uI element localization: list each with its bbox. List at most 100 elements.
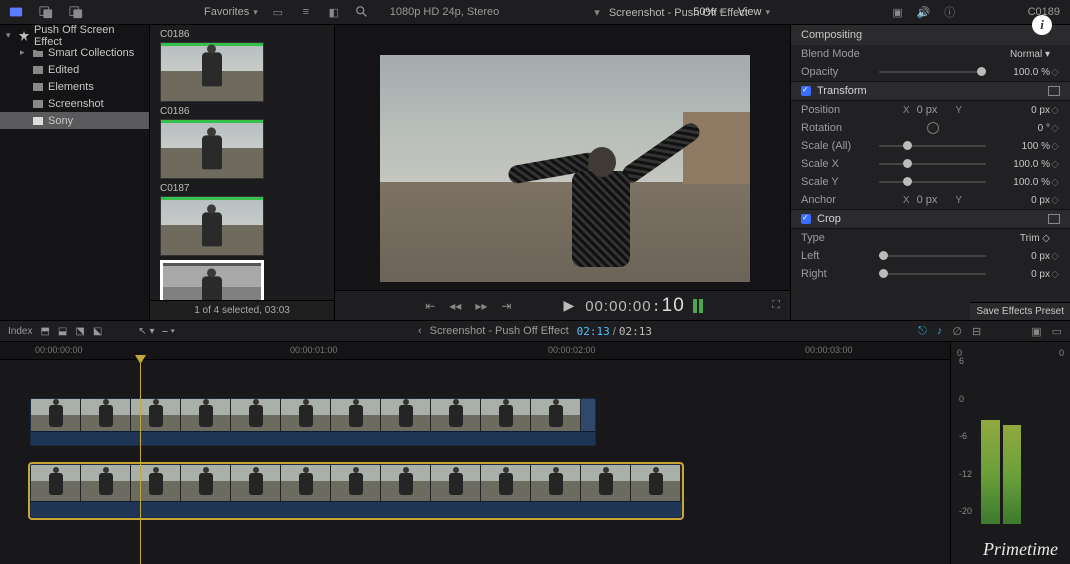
sidebar-label: Edited bbox=[48, 64, 79, 76]
disclosure-icon[interactable]: ▾ bbox=[6, 30, 14, 41]
connect-clip-icon[interactable]: ⬒ bbox=[40, 326, 49, 337]
row-scale-y[interactable]: Scale Y100.0 %◇ bbox=[791, 173, 1070, 191]
insert-clip-icon[interactable]: ⬓ bbox=[58, 326, 67, 337]
favorites-label: Favorites bbox=[204, 6, 249, 18]
filmstrip-view-icon[interactable]: ▭ bbox=[270, 4, 286, 20]
view-label: View bbox=[738, 6, 762, 18]
photos-icon[interactable] bbox=[38, 4, 54, 20]
thumb-label: C0187 bbox=[160, 183, 324, 194]
append-clip-icon[interactable]: ⬔ bbox=[75, 326, 84, 337]
section-compositing-header: Compositing bbox=[791, 25, 1070, 45]
row-rotation[interactable]: Rotation0 °◇ bbox=[791, 119, 1070, 137]
view-dropdown[interactable]: View▾ bbox=[738, 6, 770, 18]
viewer-canvas[interactable] bbox=[380, 55, 750, 282]
row-crop-type[interactable]: TypeTrim ◇ bbox=[791, 229, 1070, 247]
favorites-dropdown[interactable]: Favorites▾ bbox=[204, 6, 258, 18]
video-inspector-icon[interactable]: ▣ bbox=[890, 4, 906, 20]
section-transform-header[interactable]: Transform bbox=[791, 81, 1070, 101]
row-crop-right[interactable]: Right0 px◇ bbox=[791, 265, 1070, 283]
sidebar-item-elements[interactable]: Elements bbox=[0, 78, 149, 95]
audio-level-bars bbox=[981, 364, 1021, 524]
scale-tick: 0 bbox=[959, 394, 972, 404]
transitions-browser-icon[interactable]: ▭ bbox=[1052, 325, 1062, 338]
browser-thumb[interactable]: C0186 bbox=[160, 29, 324, 102]
viewer-timecode: 00:00:00:10 bbox=[585, 295, 685, 317]
thumb-image[interactable] bbox=[160, 42, 264, 102]
scale-tick: -6 bbox=[959, 431, 972, 441]
thumb-image[interactable] bbox=[160, 119, 264, 179]
event-icon bbox=[33, 82, 43, 92]
thumb-image[interactable] bbox=[160, 196, 264, 256]
folder-icon bbox=[33, 48, 43, 58]
save-effects-preset-button[interactable]: Save Effects Preset bbox=[970, 302, 1070, 320]
checkbox-icon[interactable] bbox=[801, 86, 811, 96]
fullscreen-icon[interactable]: ⛶ bbox=[772, 299, 780, 312]
titles-icon[interactable] bbox=[68, 4, 84, 20]
row-scale-all[interactable]: Scale (All)100 %◇ bbox=[791, 137, 1070, 155]
play-icon[interactable]: ▶ bbox=[560, 297, 577, 314]
overwrite-clip-icon[interactable]: ⬕ bbox=[93, 326, 102, 337]
timeline-panel[interactable]: 00:00:00:00 00:00:01:00 00:00:02:00 00:0… bbox=[0, 342, 950, 564]
row-scale-x[interactable]: Scale X100.0 %◇ bbox=[791, 155, 1070, 173]
timeline-current-time: 02:13 bbox=[577, 325, 610, 338]
search-icon[interactable] bbox=[354, 4, 370, 20]
prev-edit-icon[interactable]: ⇤ bbox=[422, 299, 438, 313]
library-icon[interactable] bbox=[8, 4, 24, 20]
timeline-duration: 02:13 bbox=[619, 325, 652, 338]
meter-label: 0 bbox=[1059, 348, 1064, 358]
audio-skimming-icon[interactable]: ♪ bbox=[937, 325, 943, 337]
info-badge-icon[interactable]: i bbox=[1032, 15, 1052, 35]
timeline-back-icon[interactable]: ‹ bbox=[418, 325, 422, 337]
next-edit-icon[interactable]: ⇥ bbox=[498, 299, 514, 313]
clip-browser: C0186 C0186 C0187 C0189 1 of 4 selected,… bbox=[150, 25, 335, 320]
rotation-dial-icon[interactable] bbox=[927, 122, 939, 134]
row-crop-left[interactable]: Left0 px◇ bbox=[791, 247, 1070, 265]
inspector-panel: Compositing Blend ModeNormal ▾ Opacity10… bbox=[790, 25, 1070, 320]
top-toolbar: Favorites▾ ▭ ≡ ◧ 1080p HD 24p, Stereo ▾ … bbox=[0, 0, 1070, 25]
sidebar-label: Smart Collections bbox=[48, 47, 134, 59]
zoom-value: 50% bbox=[693, 6, 715, 18]
row-anchor[interactable]: AnchorX0 pxY0 px◇ bbox=[791, 191, 1070, 209]
row-blend-mode[interactable]: Blend ModeNormal ▾ bbox=[791, 45, 1070, 63]
audio-meters-panel: 00 6 0 -6 -12 -20 bbox=[950, 342, 1070, 564]
skimming-icon[interactable]: ⎋ bbox=[918, 325, 927, 338]
index-button[interactable]: Index bbox=[8, 326, 32, 337]
section-crop-header[interactable]: Crop bbox=[791, 209, 1070, 229]
snapping-icon[interactable]: ⊟ bbox=[972, 325, 981, 338]
solo-icon[interactable]: ∅ bbox=[952, 325, 962, 338]
row-opacity[interactable]: Opacity100.0 %◇ bbox=[791, 63, 1070, 81]
library-root[interactable]: ▾ Push Off Screen Effect bbox=[0, 27, 149, 44]
onscreen-controls-icon[interactable] bbox=[1048, 86, 1060, 96]
sidebar-item-edited[interactable]: Edited bbox=[0, 61, 149, 78]
list-view-icon[interactable]: ≡ bbox=[298, 4, 314, 20]
clip-appearance-icon[interactable]: ◧ bbox=[326, 4, 342, 20]
step-back-icon[interactable]: ◂◂ bbox=[446, 299, 464, 313]
onscreen-controls-icon[interactable] bbox=[1048, 214, 1060, 224]
arrow-tool-icon[interactable]: ↖ ▾ bbox=[138, 326, 154, 337]
trim-tool-icon[interactable]: ⎯ ▾ bbox=[162, 326, 175, 337]
sidebar-label: Sony bbox=[48, 115, 73, 127]
audio-inspector-icon[interactable]: 🔊 bbox=[916, 4, 932, 20]
sidebar-item-screenshot[interactable]: Screenshot bbox=[0, 95, 149, 112]
sidebar-item-sony[interactable]: Sony bbox=[0, 112, 149, 129]
checkbox-icon[interactable] bbox=[801, 214, 811, 224]
sidebar-item-smart[interactable]: ▸ Smart Collections bbox=[0, 44, 149, 61]
browser-thumb[interactable]: C0187 bbox=[160, 183, 324, 256]
effects-browser-icon[interactable]: ▣ bbox=[1031, 325, 1041, 338]
viewer-transport: ⇤ ◂◂ ▸▸ ⇥ ▶ 00:00:00:10 ⛶ bbox=[335, 290, 790, 320]
viewer-panel: ⇤ ◂◂ ▸▸ ⇥ ▶ 00:00:00:10 ⛶ bbox=[335, 25, 790, 320]
playhead[interactable] bbox=[140, 360, 141, 564]
audio-meter-icon bbox=[693, 299, 703, 313]
playhead-sync-icon[interactable]: ▾ bbox=[594, 7, 600, 19]
row-position[interactable]: PositionX0 pxY0 px◇ bbox=[791, 101, 1070, 119]
zoom-dropdown[interactable]: 50%▾ bbox=[693, 6, 724, 18]
browser-thumb[interactable]: C0186 bbox=[160, 106, 324, 179]
step-fwd-icon[interactable]: ▸▸ bbox=[472, 299, 490, 313]
browser-status: 1 of 4 selected, 03:03 bbox=[150, 300, 334, 320]
disclosure-icon[interactable]: ▸ bbox=[20, 47, 28, 58]
star-icon bbox=[19, 31, 29, 41]
timeline-clip-primary[interactable]: C0186 bbox=[30, 464, 682, 518]
timeline-clip-connected[interactable]: C0189 bbox=[30, 398, 596, 446]
info-inspector-icon[interactable]: ⓘ bbox=[942, 4, 958, 20]
thumb-label: C0186 bbox=[160, 29, 324, 40]
